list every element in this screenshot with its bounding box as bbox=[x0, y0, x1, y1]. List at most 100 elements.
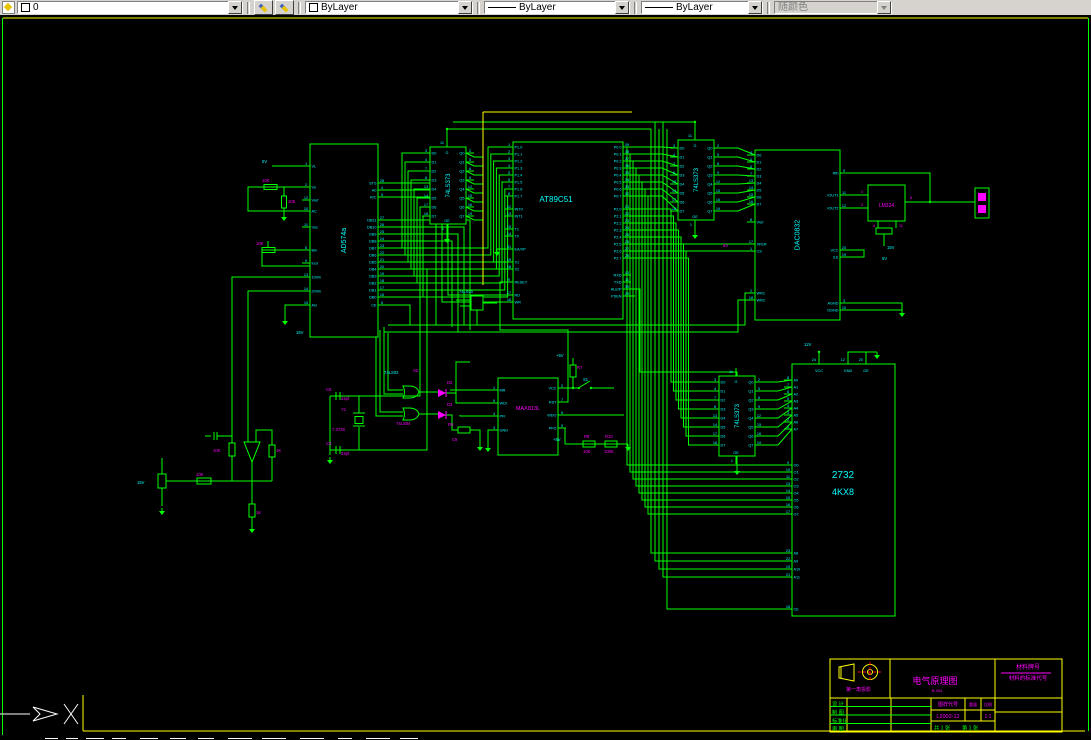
svg-text:审 图: 审 图 bbox=[832, 725, 844, 733]
svg-text:Q5: Q5 bbox=[459, 197, 464, 201]
svg-text:17: 17 bbox=[786, 510, 790, 514]
svg-text:Q2: Q2 bbox=[459, 170, 464, 174]
svg-text:8: 8 bbox=[714, 405, 716, 409]
svg-text:13: 13 bbox=[786, 482, 790, 486]
svg-text:D6: D6 bbox=[757, 196, 762, 200]
linetype-control-dropdown[interactable]: ByLayer bbox=[484, 1, 630, 14]
svg-text:5V: 5V bbox=[262, 159, 267, 164]
svg-text:AGND: AGND bbox=[828, 302, 839, 306]
svg-text:11: 11 bbox=[304, 223, 308, 227]
svg-text:OE: OE bbox=[863, 369, 869, 373]
svg-text:26: 26 bbox=[380, 223, 384, 227]
svg-text:13: 13 bbox=[713, 414, 717, 418]
make-layer-current-icon[interactable] bbox=[2, 1, 15, 14]
lineweight-dropdown-arrow[interactable] bbox=[748, 1, 762, 14]
svg-text:比例: 比例 bbox=[984, 701, 992, 707]
svg-text:23: 23 bbox=[380, 244, 384, 248]
svg-text:PFI: PFI bbox=[500, 415, 506, 419]
color-control-dropdown[interactable]: ByLayer bbox=[305, 1, 473, 14]
linetype-dropdown-arrow[interactable] bbox=[615, 1, 629, 14]
drawing-canvas[interactable]: X1VL2Vs12Vref10AC11Vss8Bin9Iout1310Vin14… bbox=[0, 0, 1091, 740]
svg-text:D2: D2 bbox=[721, 399, 726, 403]
svg-text:7: 7 bbox=[750, 172, 752, 176]
svg-text:9: 9 bbox=[508, 278, 510, 282]
svg-text:标准化: 标准化 bbox=[832, 716, 848, 724]
svg-text:11: 11 bbox=[729, 370, 733, 374]
svg-text:RST: RST bbox=[549, 401, 557, 405]
svg-text:7: 7 bbox=[425, 167, 427, 171]
svg-text:D7: D7 bbox=[432, 215, 437, 219]
svg-text:DB9: DB9 bbox=[369, 233, 376, 237]
svg-text:36: 36 bbox=[625, 164, 629, 168]
svg-text:9: 9 bbox=[469, 176, 471, 180]
svg-text:P2.4: P2.4 bbox=[614, 236, 622, 240]
svg-text:C5: C5 bbox=[326, 441, 332, 446]
svg-text:12: 12 bbox=[841, 358, 845, 362]
svg-text:D0: D0 bbox=[680, 147, 685, 151]
svg-text:X1: X1 bbox=[515, 261, 520, 265]
svg-text:X: X bbox=[70, 726, 71, 728]
svg-text:16: 16 bbox=[380, 293, 384, 297]
svg-text:T1: T1 bbox=[515, 228, 519, 232]
svg-text:R10: R10 bbox=[605, 434, 613, 439]
svg-text:D2: D2 bbox=[447, 380, 453, 385]
svg-text:CS: CS bbox=[757, 250, 763, 254]
svg-text:P2.0: P2.0 bbox=[614, 208, 622, 212]
svg-text:20: 20 bbox=[859, 358, 863, 362]
svg-text:P1.3: P1.3 bbox=[515, 167, 523, 171]
svg-text:6: 6 bbox=[493, 399, 495, 403]
svg-text:O0: O0 bbox=[794, 464, 799, 468]
svg-text:B-404: B-404 bbox=[932, 688, 943, 693]
svg-text:9: 9 bbox=[305, 259, 307, 263]
svg-text:D4: D4 bbox=[721, 417, 726, 421]
svg-text:15V: 15V bbox=[887, 245, 895, 250]
layer-states-button[interactable] bbox=[275, 0, 294, 15]
svg-text:Vref: Vref bbox=[312, 199, 320, 203]
svg-text:DB8: DB8 bbox=[369, 240, 376, 244]
svg-text:2: 2 bbox=[861, 190, 863, 194]
svg-text:18: 18 bbox=[380, 279, 384, 283]
svg-text:8: 8 bbox=[750, 218, 752, 222]
svg-text:材料的标准代号: 材料的标准代号 bbox=[1009, 674, 1048, 682]
svg-text:Q4: Q4 bbox=[748, 417, 753, 421]
svg-text:11: 11 bbox=[899, 224, 903, 228]
svg-text:5: 5 bbox=[508, 171, 510, 175]
svg-text:Q6: Q6 bbox=[459, 206, 464, 210]
svg-text:5: 5 bbox=[381, 193, 383, 197]
svg-text:IOUT2: IOUT2 bbox=[827, 207, 838, 211]
svg-text:图样代号: 图样代号 bbox=[938, 701, 958, 708]
svg-text:14: 14 bbox=[672, 189, 676, 193]
svg-text:11: 11 bbox=[440, 141, 444, 145]
svg-text:D1: D1 bbox=[680, 156, 685, 160]
svg-text:Q4: Q4 bbox=[459, 188, 464, 192]
svg-text:G: G bbox=[735, 380, 738, 384]
layer-control-dropdown[interactable]: 0 bbox=[17, 1, 243, 14]
plotstyle-control-dropdown: 随颜色 bbox=[774, 1, 892, 14]
svg-text:6: 6 bbox=[469, 167, 471, 171]
svg-text:1: 1 bbox=[442, 227, 444, 231]
svg-text:15: 15 bbox=[304, 301, 308, 305]
color-dropdown-arrow[interactable] bbox=[458, 1, 472, 14]
svg-text:INT1: INT1 bbox=[515, 215, 523, 219]
lineweight-control-dropdown[interactable]: ByLayer bbox=[641, 1, 763, 14]
svg-text:27: 27 bbox=[625, 247, 629, 251]
color-value: ByLayer bbox=[321, 2, 358, 13]
svg-text:Q5: Q5 bbox=[748, 426, 753, 430]
svg-text:Bin: Bin bbox=[312, 249, 318, 253]
svg-text:A10: A10 bbox=[794, 568, 801, 572]
layers-dialog-button[interactable] bbox=[254, 0, 273, 15]
svg-text:A6: A6 bbox=[794, 421, 799, 425]
svg-text:4: 4 bbox=[873, 224, 875, 228]
svg-text:PFO: PFO bbox=[549, 427, 557, 431]
svg-text:A0: A0 bbox=[372, 189, 377, 193]
svg-text:电气原理图: 电气原理图 bbox=[912, 675, 957, 686]
svg-text:10K: 10K bbox=[256, 241, 264, 246]
svg-text:9: 9 bbox=[717, 171, 719, 175]
svg-text:A3: A3 bbox=[794, 400, 799, 404]
svg-text:Y1: Y1 bbox=[341, 407, 347, 412]
svg-text:22: 22 bbox=[380, 251, 384, 255]
svg-text:23: 23 bbox=[625, 219, 629, 223]
layer-dropdown-arrow[interactable] bbox=[228, 1, 242, 14]
svg-text:EA/VP: EA/VP bbox=[515, 248, 527, 252]
svg-text:9: 9 bbox=[758, 405, 760, 409]
